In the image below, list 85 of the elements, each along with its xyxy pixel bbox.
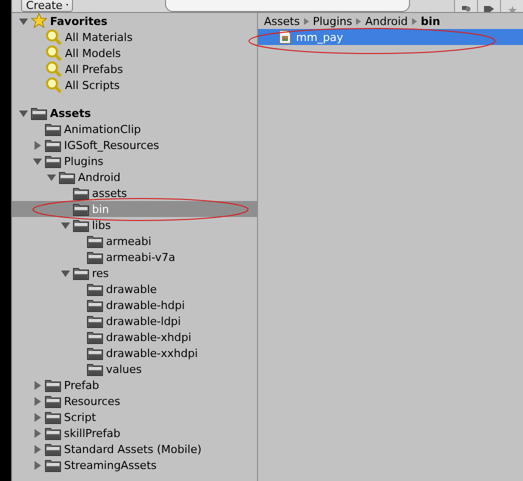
search-field[interactable] [165,0,410,12]
collapse-arrow-icon[interactable] [33,428,42,438]
collapse-arrow-icon[interactable] [33,460,42,470]
tree-item[interactable]: IGSoft_Resources [12,137,257,153]
tree-item[interactable]: drawable-xhdpi [12,329,257,345]
tree-item[interactable]: armeabi-v7a [12,249,257,265]
expand-arrow-icon[interactable] [47,172,56,182]
star-icon [508,6,516,12]
tree-item[interactable]: All Prefabs [12,61,257,77]
tree-item[interactable]: assets [12,185,257,201]
expand-arrow-icon[interactable] [19,108,28,118]
breadcrumb-link[interactable]: Assets [264,14,300,28]
search-icon [45,77,62,93]
expand-arrow-icon[interactable] [19,16,28,26]
tree-item[interactable]: StreamingAssets [12,457,257,473]
collapse-arrow-icon[interactable] [33,140,42,150]
file-item[interactable]: mm_pay [258,29,523,45]
type-filter-button[interactable] [454,0,477,12]
tree-item[interactable]: drawable-hdpi [12,297,257,313]
label-filter-button[interactable] [477,0,500,12]
tree-item[interactable]: Favorites [12,13,257,29]
folder-icon [45,154,61,168]
folder-icon [87,314,103,328]
folder-icon [87,362,103,376]
create-button[interactable]: Create [21,0,73,12]
folder-icon [87,298,103,312]
tree-item[interactable]: All Scripts [12,77,257,93]
search-icon [45,29,62,45]
folder-icon [73,218,89,232]
tree-item[interactable]: Android [12,169,257,185]
breadcrumb-separator-icon [304,18,309,24]
tree-item[interactable]: libs [12,217,257,233]
folder-icon [87,346,103,360]
folder-icon [45,394,61,408]
file-icon [279,30,291,44]
breadcrumb-link[interactable]: bin [420,14,440,28]
star-icon [31,13,47,29]
folder-icon [45,378,61,392]
expand-arrow-icon[interactable] [33,156,42,166]
folder-icon [45,426,61,440]
tree-item[interactable]: drawable-xxhdpi [12,345,257,361]
caret-icon [66,3,68,7]
folder-icon [45,458,61,472]
folder-icon [87,330,103,344]
breadcrumb-link[interactable]: Android [365,14,408,28]
tag-icon [484,6,494,12]
search-icon [45,61,62,77]
tree-item[interactable]: values [12,361,257,377]
tree-item[interactable]: AnimationClip [12,121,257,137]
folder-icon [45,442,61,456]
tree-item[interactable]: All Materials [12,29,257,45]
folder-icon [45,410,61,424]
collapse-arrow-icon[interactable] [33,380,42,390]
folder-icon [87,282,103,296]
collapse-arrow-icon[interactable] [33,444,42,454]
collapse-arrow-icon[interactable] [33,396,42,406]
tree-item[interactable]: Standard Assets (Mobile) [12,441,257,457]
collapse-arrow-icon[interactable] [33,412,42,422]
tree-item[interactable]: Prefab [12,377,257,393]
folder-icon [73,186,89,200]
tree-item[interactable]: drawable [12,281,257,297]
folder-icon [87,250,103,264]
breadcrumb-separator-icon [412,18,417,24]
folder-icon [45,138,61,152]
folder-icon [87,234,103,248]
expand-arrow-icon[interactable] [61,220,70,230]
tree-item[interactable]: Resources [12,393,257,409]
tree-item[interactable]: Assets [12,105,257,121]
tree-item[interactable]: armeabi [12,233,257,249]
folder-icon [45,122,61,136]
tree-item[interactable]: Plugins [12,153,257,169]
shapes-icon [461,6,471,12]
tree-item[interactable]: Script [12,409,257,425]
breadcrumb-link[interactable]: Plugins [312,14,352,28]
search-icon [45,45,62,61]
folder-icon [73,266,89,280]
tree-item[interactable]: skillPrefab [12,425,257,441]
folder-icon [59,170,75,184]
tree-item[interactable]: All Models [12,45,257,61]
tree-item[interactable]: res [12,265,257,281]
tree-item[interactable]: drawable-ldpi [12,313,257,329]
folder-icon [73,202,89,216]
breadcrumb-separator-icon [356,18,362,24]
expand-arrow-icon[interactable] [61,268,70,278]
folder-icon [31,106,47,120]
